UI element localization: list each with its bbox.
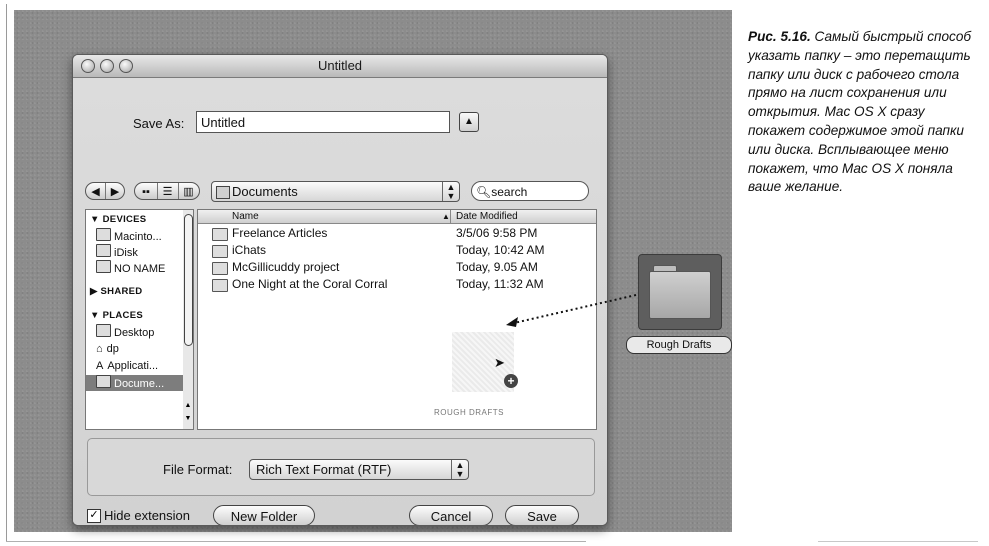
icon-view-icon[interactable]: ▪▪: [136, 183, 157, 199]
folder-icon: [212, 245, 228, 258]
back-forward-control[interactable]: ◀ ▶: [85, 182, 125, 200]
rough-drafts-label: Rough Drafts: [626, 336, 732, 354]
cursor-icon: ➤: [494, 355, 505, 370]
scroll-up-icon[interactable]: ▲: [183, 402, 193, 409]
search-placeholder: search: [491, 185, 528, 199]
file-list-header: Name ▲ Date Modified: [198, 210, 596, 224]
folder-icon: [216, 186, 230, 199]
documents-icon: [96, 375, 111, 388]
save-button[interactable]: Save: [505, 505, 579, 525]
hide-extension-checkbox[interactable]: ✓: [87, 509, 101, 523]
file-row[interactable]: iChats Today, 10:42 AM: [198, 242, 596, 259]
desktop-background: Untitled Save As: Untitled ▲ ◀ ▶ ▪▪ ☰ ▥ Doc…: [14, 10, 732, 532]
sidebar-scroll-thumb[interactable]: [184, 214, 193, 346]
figure-caption: Рис. 5.16. Самый быстрый способ указать …: [748, 28, 980, 197]
sidebar-heading-devices[interactable]: ▼ DEVICES: [90, 214, 146, 225]
sidebar-item-no-name[interactable]: NO NAME: [96, 260, 165, 276]
folder-icon: [212, 228, 228, 241]
sidebar-heading-shared[interactable]: ▶ SHARED: [90, 286, 142, 297]
desktop-icon: [96, 324, 111, 337]
sidebar: ▼ DEVICES Macinto... iDisk NO NAME ▶ SHA…: [85, 209, 185, 430]
sidebar-scrollbar[interactable]: ▲ ▼: [183, 209, 194, 430]
save-dialog-window: Untitled Save As: Untitled ▲ ◀ ▶ ▪▪ ☰ ▥ Doc…: [72, 54, 608, 526]
disk-icon: [96, 260, 111, 273]
view-mode-control[interactable]: ▪▪ ☰ ▥: [134, 182, 200, 200]
rough-drafts-folder-icon[interactable]: [638, 254, 722, 330]
search-field[interactable]: 🔍︎search: [471, 181, 589, 201]
drop-plus-icon: +: [504, 374, 518, 388]
sidebar-item-applications[interactable]: A Applicati...: [96, 358, 158, 374]
file-row[interactable]: Freelance Articles 3/5/06 9:58 PM: [198, 225, 596, 242]
new-folder-button[interactable]: New Folder: [213, 505, 315, 525]
back-icon[interactable]: ◀: [86, 183, 105, 199]
file-format-label: File Format:: [163, 462, 233, 477]
location-popup[interactable]: Documents ▲ ▼: [211, 181, 460, 202]
hard-disk-icon: [96, 228, 111, 241]
idisk-icon: [96, 244, 111, 257]
column-divider[interactable]: [450, 210, 451, 223]
location-label: Documents: [232, 184, 298, 199]
sidebar-item-home[interactable]: ⌂ dp: [96, 341, 119, 357]
file-format-value: Rich Text Format (RTF): [256, 462, 392, 477]
figure-number: Рис. 5.16.: [748, 29, 811, 44]
sidebar-item-idisk[interactable]: iDisk: [96, 244, 138, 260]
file-format-popup[interactable]: Rich Text Format (RTF) ▲ ▼: [249, 459, 469, 480]
figure-caption-text: Самый быстрый способ указать папку – это…: [748, 29, 972, 195]
column-view-icon[interactable]: ▥: [177, 183, 199, 199]
folder-icon: [212, 262, 228, 275]
sidebar-item-documents[interactable]: Docume...: [86, 375, 184, 391]
drag-path-arrow: [506, 294, 637, 327]
forward-icon[interactable]: ▶: [105, 183, 124, 199]
popup-arrows-icon: ▲ ▼: [451, 460, 468, 479]
window-title: Untitled: [317, 58, 363, 73]
home-icon: ⌂: [96, 343, 103, 355]
list-view-icon[interactable]: ☰: [156, 183, 178, 199]
save-as-label: Save As:: [133, 116, 185, 131]
column-header-date[interactable]: Date Modified: [456, 210, 518, 223]
folder-body: [649, 271, 711, 319]
sidebar-heading-places[interactable]: ▼ PLACES: [90, 310, 143, 321]
popup-arrows-icon: ▲ ▼: [442, 182, 459, 201]
scroll-down-icon[interactable]: ▼: [183, 415, 193, 422]
magnifier-icon: 🔍︎: [476, 185, 492, 199]
folder-icon: [212, 279, 228, 292]
page-frame-left: [6, 4, 7, 542]
page-frame-bottom-right: [818, 541, 978, 542]
drag-ghost-label: ROUGH DRAFTS: [434, 408, 504, 417]
page-frame-bottom: [6, 541, 586, 542]
applications-icon: A: [96, 360, 104, 372]
file-row[interactable]: McGillicuddy project Today, 9.05 AM: [198, 259, 596, 276]
column-header-name[interactable]: Name: [232, 210, 259, 223]
title-bar[interactable]: Untitled: [73, 55, 607, 78]
sort-arrow-icon: ▲: [442, 212, 450, 221]
save-as-field[interactable]: Untitled: [196, 111, 450, 133]
sidebar-item-desktop[interactable]: Desktop: [96, 324, 154, 340]
hide-extension-label: Hide extension: [104, 508, 190, 523]
cancel-button[interactable]: Cancel: [409, 505, 493, 525]
sidebar-item-macintosh[interactable]: Macinto...: [96, 228, 162, 244]
collapse-sheet-button[interactable]: ▲: [459, 112, 479, 132]
